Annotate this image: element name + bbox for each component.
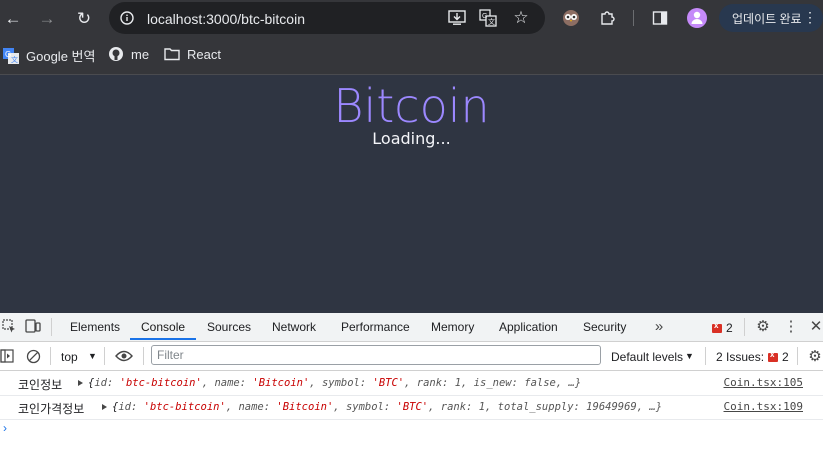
issue-error-icon	[768, 350, 778, 362]
error-icon	[712, 321, 722, 333]
bookmark-label: me	[131, 46, 150, 62]
url-text[interactable]: localhost:3000/btc-bitcoin	[147, 11, 305, 27]
inspect-element-icon[interactable]	[0, 317, 18, 335]
bookmark-star-icon[interactable]: ☆	[509, 6, 533, 30]
bookmark-label: React	[187, 46, 221, 62]
filter-divider	[705, 347, 706, 365]
back-arrow-icon[interactable]: ←	[1, 6, 25, 30]
loading-text: Loading...	[372, 129, 451, 148]
github-icon	[108, 46, 124, 62]
page-content: Bitcoin Loading...	[0, 75, 823, 313]
issues-count: 2	[782, 350, 789, 364]
log-source-link[interactable]: Coin.tsx:109	[724, 400, 803, 413]
issues-counter[interactable]: 2	[768, 350, 789, 364]
update-complete-button[interactable]: 업데이트 완료 ⋮	[719, 4, 823, 32]
expand-triangle-icon[interactable]	[102, 404, 107, 410]
devtools-menu-icon[interactable]: ⋮	[782, 317, 800, 335]
console-log-row: 코인정보 {id: 'btc-bitcoin', name: 'Bitcoin'…	[0, 371, 823, 396]
install-app-icon[interactable]	[445, 6, 469, 30]
filter-divider	[797, 347, 798, 365]
close-icon[interactable]: ✕	[807, 317, 823, 335]
toolbar-divider	[633, 10, 634, 26]
clear-console-icon[interactable]	[24, 347, 42, 365]
tab-performance[interactable]: Performance	[341, 320, 410, 334]
folder-icon	[164, 46, 180, 62]
profile-avatar-icon[interactable]	[685, 6, 709, 30]
error-count-badge[interactable]: 2	[712, 321, 733, 335]
log-source-link[interactable]: Coin.tsx:105	[724, 376, 803, 389]
issues-label[interactable]: 2 Issues:	[716, 350, 764, 364]
console-settings-gear-icon[interactable]: ⚙	[806, 347, 823, 365]
levels-dropdown-icon[interactable]: ▼	[685, 351, 694, 361]
log-levels-dropdown[interactable]: Default levels	[611, 350, 683, 364]
tab-sources[interactable]: Sources	[207, 320, 251, 334]
devtools-panel: Elements Console Sources Network Perform…	[0, 313, 823, 455]
context-dropdown-icon[interactable]: ▼	[88, 351, 97, 361]
side-panel-icon[interactable]	[648, 6, 672, 30]
more-tabs-chevron-icon[interactable]: »	[650, 317, 668, 335]
active-tab-indicator	[130, 338, 196, 340]
svg-text:文: 文	[11, 55, 18, 64]
svg-text:G: G	[482, 13, 487, 20]
tab-elements[interactable]: Elements	[70, 320, 120, 334]
google-translate-icon: G文	[3, 47, 19, 64]
sidebar-toggle-icon[interactable]	[0, 347, 16, 365]
devtools-tab-bar: Elements Console Sources Network Perform…	[0, 313, 823, 342]
bookmark-label: Google 번역	[26, 49, 96, 64]
context-selector[interactable]: top	[61, 350, 78, 364]
tab-divider	[51, 318, 52, 336]
live-expression-eye-icon[interactable]	[115, 347, 133, 365]
tab-security[interactable]: Security	[583, 320, 626, 334]
bookmark-react-folder[interactable]: React	[164, 46, 221, 62]
tab-application[interactable]: Application	[499, 320, 558, 334]
log-object-preview[interactable]: {id: 'btc-bitcoin', name: 'Bitcoin', sym…	[78, 377, 581, 389]
browser-toolbar: ← → ↻ localhost:3000/btc-bitcoin G文 ☆ 업데…	[0, 0, 823, 36]
tab-console[interactable]: Console	[141, 320, 185, 334]
settings-gear-icon[interactable]: ⚙	[754, 317, 772, 335]
log-message-label: 코인정보	[18, 378, 63, 392]
filter-input[interactable]: Filter	[151, 345, 601, 365]
bookmarks-bar: G文 Google 번역 me React	[0, 36, 823, 75]
extension-owl-icon[interactable]	[559, 6, 583, 30]
reload-icon[interactable]: ↻	[72, 6, 96, 30]
bookmark-google-translate[interactable]: G文 Google 번역	[3, 46, 95, 65]
translate-icon[interactable]: G文	[476, 6, 500, 30]
tab-divider	[744, 318, 745, 336]
device-toolbar-icon[interactable]	[24, 317, 42, 335]
extensions-puzzle-icon[interactable]	[595, 6, 619, 30]
filter-divider	[104, 347, 105, 365]
console-prompt[interactable]: ›	[3, 421, 7, 435]
coin-title: Bitcoin	[333, 79, 490, 133]
console-filter-bar: top ▼ Filter Default levels ▼ 2 Issues: …	[0, 342, 823, 371]
log-object-preview[interactable]: {id: 'btc-bitcoin', name: 'Bitcoin', sym…	[102, 401, 662, 413]
filter-divider	[50, 347, 51, 365]
forward-arrow-icon[interactable]: →	[35, 6, 59, 30]
tab-memory[interactable]: Memory	[431, 320, 474, 334]
console-log-row: 코인가격정보 {id: 'btc-bitcoin', name: 'Bitcoi…	[0, 395, 823, 420]
log-message-label: 코인가격정보	[18, 402, 85, 416]
address-bar[interactable]: localhost:3000/btc-bitcoin G文 ☆	[109, 2, 545, 34]
browser-menu-icon[interactable]: ⋮	[803, 9, 817, 26]
tab-network[interactable]: Network	[272, 320, 316, 334]
svg-text:文: 文	[488, 17, 495, 26]
expand-triangle-icon[interactable]	[78, 380, 83, 386]
site-info-icon[interactable]	[115, 6, 139, 30]
error-count: 2	[726, 321, 733, 335]
filter-divider	[143, 347, 144, 365]
update-button-label: 업데이트 완료	[732, 11, 802, 26]
bookmark-me[interactable]: me	[108, 46, 149, 62]
